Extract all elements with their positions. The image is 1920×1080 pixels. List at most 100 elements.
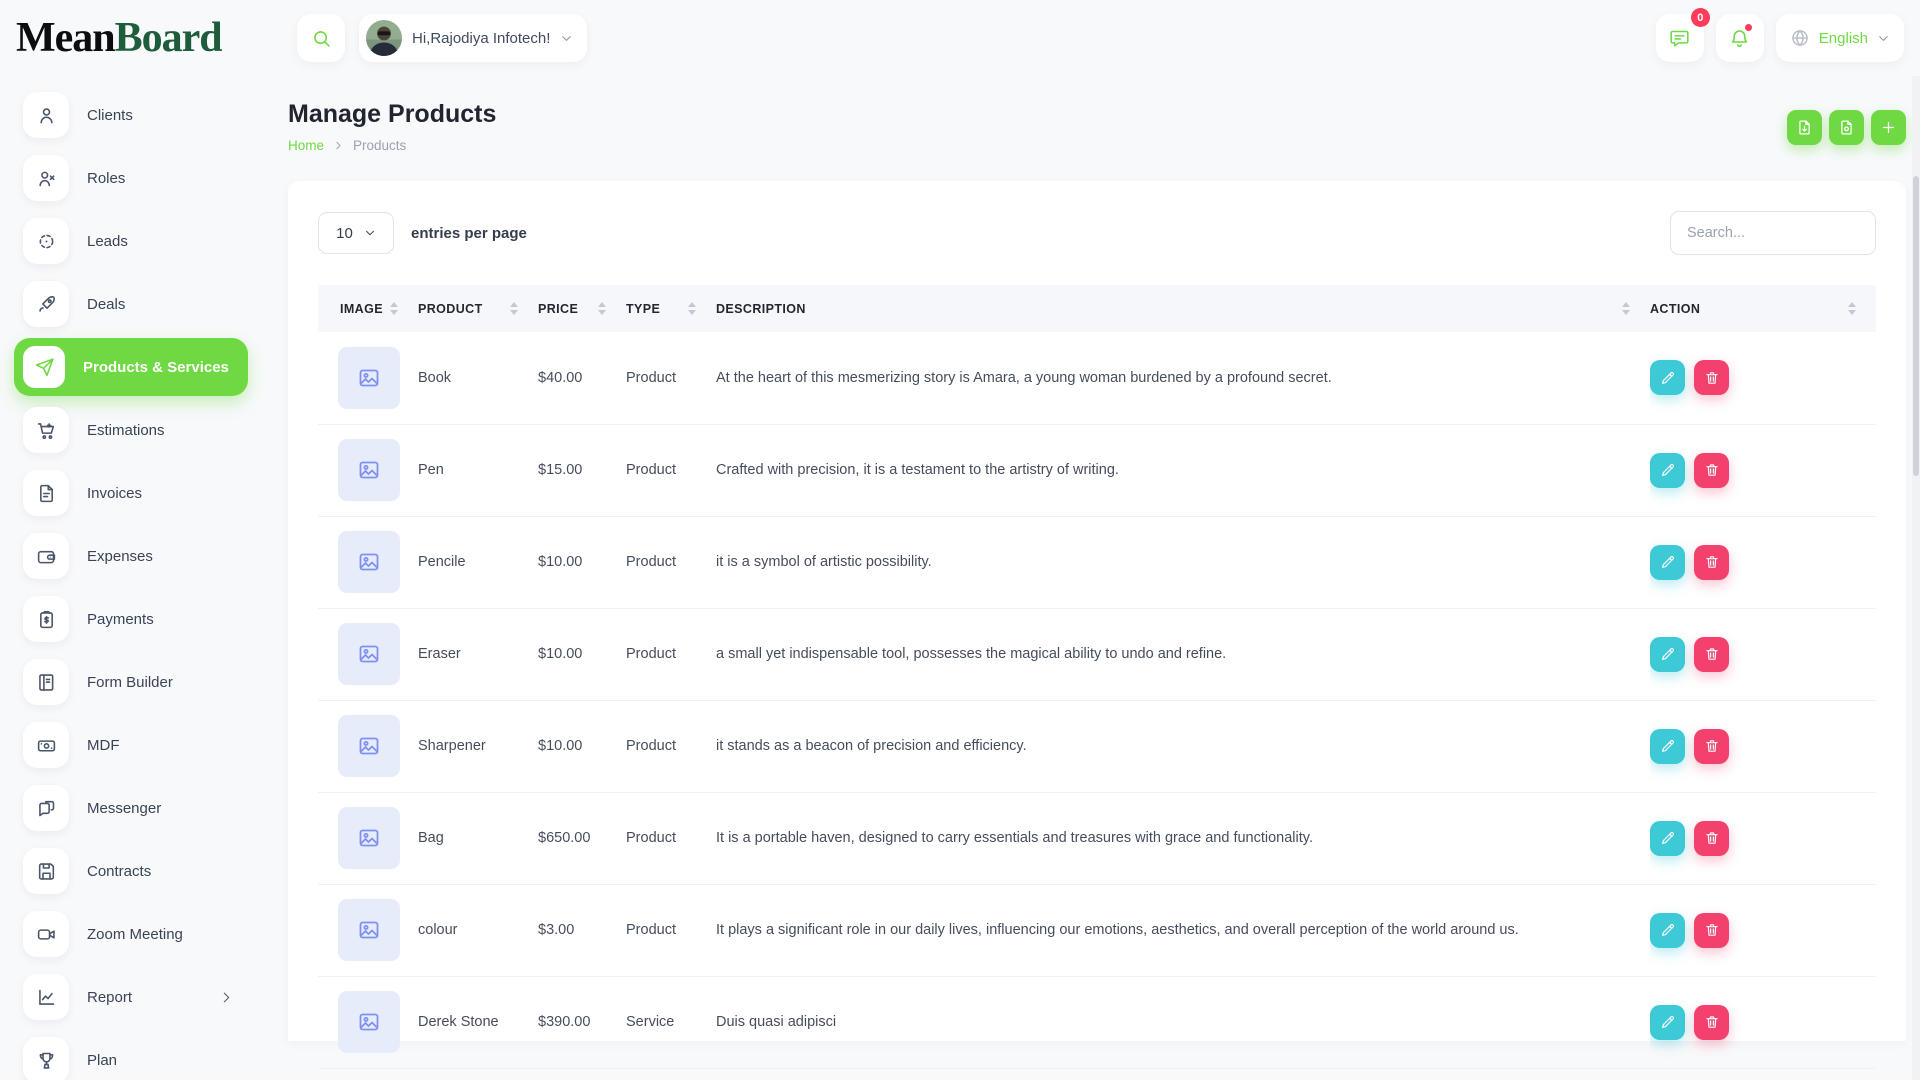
sidebar-item-estimations[interactable]: Estimations [14, 406, 248, 454]
sidebar-item-contracts[interactable]: Contracts [14, 847, 248, 895]
delete-button[interactable] [1694, 360, 1729, 395]
column-header-action[interactable]: ACTION [1650, 285, 1876, 332]
product-image-thumbnail[interactable] [338, 991, 400, 1053]
product-image-thumbnail[interactable] [338, 347, 400, 409]
sort-carets-icon[interactable] [688, 302, 696, 315]
action-cell [1650, 884, 1876, 976]
column-header-image[interactable]: IMAGE [318, 285, 418, 332]
product-image-thumbnail[interactable] [338, 807, 400, 869]
sidebar-item-payments[interactable]: Payments [14, 595, 248, 643]
user-menu[interactable]: Hi,Rajodiya Infotech! [359, 14, 587, 62]
file-button[interactable] [1829, 110, 1864, 145]
sidebar-item-label: Roles [87, 170, 125, 187]
sidebar-item-clients[interactable]: Clients [14, 91, 248, 139]
delete-button[interactable] [1694, 821, 1729, 856]
crosshair-icon [23, 218, 69, 264]
products-table: IMAGEPRODUCTPRICETYPEDESCRIPTIONACTION B… [318, 285, 1876, 1069]
search-button[interactable] [297, 14, 345, 62]
sidebar-item-leads[interactable]: Leads [14, 217, 248, 265]
edit-button[interactable] [1650, 1005, 1685, 1040]
book-icon [23, 659, 69, 705]
product-image-thumbnail[interactable] [338, 531, 400, 593]
delete-button[interactable] [1694, 1005, 1729, 1040]
edit-button[interactable] [1650, 545, 1685, 580]
sort-carets-icon[interactable] [1622, 302, 1630, 315]
products-card: 10 entries per page IMAGEPRODUCTPRICETYP… [288, 181, 1906, 1041]
table-row: Pencile$10.00Productit is a symbol of ar… [318, 516, 1876, 608]
column-header-price[interactable]: PRICE [538, 285, 626, 332]
sidebar-item-deals[interactable]: Deals [14, 280, 248, 328]
type-cell: Product [626, 608, 716, 700]
sidebar-item-invoices[interactable]: Invoices [14, 469, 248, 517]
video-icon [23, 911, 69, 957]
cash-icon [23, 722, 69, 768]
sort-carets-icon[interactable] [510, 302, 518, 315]
delete-button[interactable] [1694, 729, 1729, 764]
delete-button[interactable] [1694, 545, 1729, 580]
sort-carets-icon[interactable] [1848, 302, 1856, 315]
chat-icon [23, 785, 69, 831]
chart-icon [23, 974, 69, 1020]
product-image-thumbnail[interactable] [338, 715, 400, 777]
trash-icon [1704, 462, 1720, 478]
logo-text-mean: Mean [16, 15, 115, 61]
edit-button[interactable] [1650, 729, 1685, 764]
image-cell [318, 608, 418, 700]
edit-button[interactable] [1650, 821, 1685, 856]
delete-button[interactable] [1694, 913, 1729, 948]
sidebar-item-label: Deals [87, 296, 125, 313]
image-cell [318, 700, 418, 792]
sidebar-item-products-services[interactable]: Products & Services [14, 338, 248, 396]
column-header-type[interactable]: TYPE [626, 285, 716, 332]
sidebar-item-plan[interactable]: Plan [14, 1036, 248, 1080]
notifications-button[interactable] [1716, 14, 1764, 62]
logo-text-board: Board [115, 15, 222, 61]
entries-per-page-select[interactable]: 10 [318, 212, 394, 254]
description-cell: It is a portable haven, designed to carr… [716, 792, 1650, 884]
sidebar-item-messenger[interactable]: Messenger [14, 784, 248, 832]
trash-icon [1704, 922, 1720, 938]
breadcrumb-home-link[interactable]: Home [288, 138, 324, 153]
image-icon [357, 734, 381, 758]
file-export-button[interactable] [1787, 110, 1822, 145]
sidebar-item-report[interactable]: Report [14, 973, 248, 1021]
sort-carets-icon[interactable] [390, 302, 398, 315]
rocket-icon [23, 281, 69, 327]
description-cell: a small yet indispensable tool, possesse… [716, 608, 1650, 700]
sidebar-item-form-builder[interactable]: Form Builder [14, 658, 248, 706]
image-icon [357, 1010, 381, 1034]
product-image-thumbnail[interactable] [338, 623, 400, 685]
messages-button[interactable]: 0 [1656, 14, 1704, 62]
add-product-button[interactable] [1871, 110, 1906, 145]
image-cell [318, 976, 418, 1068]
table-search-input[interactable] [1670, 211, 1876, 255]
type-cell: Product [626, 884, 716, 976]
app-logo[interactable]: MeanBoard [0, 17, 285, 59]
language-selector[interactable]: English [1776, 14, 1904, 62]
sidebar-item-label: Expenses [87, 548, 153, 565]
delete-button[interactable] [1694, 453, 1729, 488]
product-image-thumbnail[interactable] [338, 439, 400, 501]
sidebar-item-zoom-meeting[interactable]: Zoom Meeting [14, 910, 248, 958]
sidebar-item-roles[interactable]: Roles [14, 154, 248, 202]
main-content: Manage Products Home Products 10 entries… [285, 76, 1920, 1080]
action-cell [1650, 792, 1876, 884]
pencil-icon [1660, 554, 1676, 570]
edit-button[interactable] [1650, 913, 1685, 948]
page-scrollbar[interactable] [1912, 76, 1920, 1080]
image-icon [357, 458, 381, 482]
product-image-thumbnail[interactable] [338, 899, 400, 961]
edit-button[interactable] [1650, 360, 1685, 395]
edit-button[interactable] [1650, 637, 1685, 672]
sidebar-item-mdf[interactable]: MDF [14, 721, 248, 769]
column-header-product[interactable]: PRODUCT [418, 285, 538, 332]
scrollbar-thumb[interactable] [1913, 176, 1919, 476]
table-row: Pen$15.00ProductCrafted with precision, … [318, 424, 1876, 516]
sidebar-item-expenses[interactable]: Expenses [14, 532, 248, 580]
type-cell: Product [626, 424, 716, 516]
image-icon [357, 918, 381, 942]
edit-button[interactable] [1650, 453, 1685, 488]
column-header-description[interactable]: DESCRIPTION [716, 285, 1650, 332]
delete-button[interactable] [1694, 637, 1729, 672]
sort-carets-icon[interactable] [598, 302, 606, 315]
